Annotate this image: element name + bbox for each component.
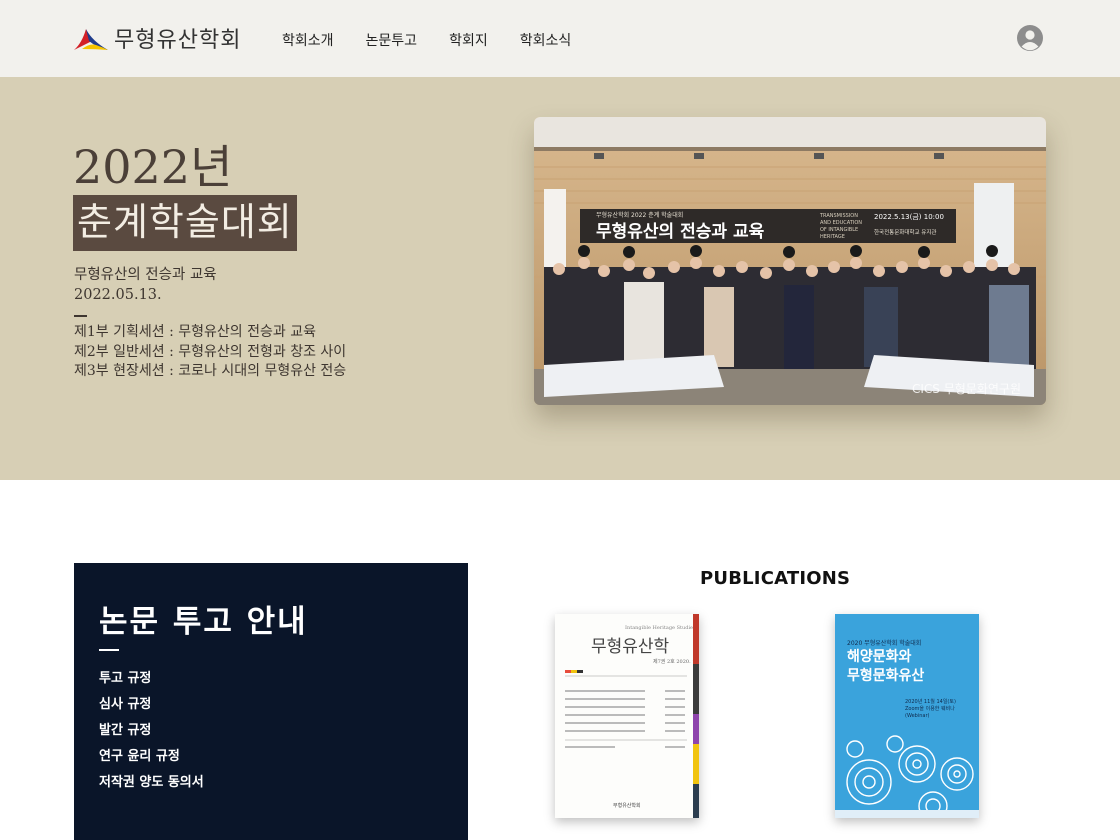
photo-watermark: CICS 무형문화연구원 (912, 382, 1021, 396)
banner-venue: 한국전통문화대학교 유지관 (874, 228, 936, 236)
menu-item-news[interactable]: 학회소식 (520, 30, 572, 50)
banner-title: 무형유산의 전승과 교육 (596, 221, 765, 242)
hero-date: 2022.05.13. (74, 287, 162, 303)
publications-title: PUBLICATIONS (700, 568, 851, 589)
logo-icon (74, 29, 108, 50)
flower-pattern (835, 735, 979, 818)
session-item: 제2부 일반세션 : 무형유산의 전형과 창조 사이 (74, 343, 347, 360)
menu-item-about[interactable]: 학회소개 (282, 30, 334, 50)
guide-link-research-ethics[interactable]: 연구 윤리 규정 (99, 747, 204, 773)
photo-illustration: 무형유산학회 2022 춘계 학술대회 무형유산의 전승과 교육 TRANSMI… (534, 117, 1046, 405)
banner-en: AND EDUCATION (820, 220, 862, 226)
hero-year: 2022년 (73, 140, 233, 194)
journal-publisher: 무형유산학회 (613, 803, 641, 809)
guide-link-review-rules[interactable]: 심사 규정 (99, 695, 204, 721)
divider (74, 315, 87, 317)
logo[interactable]: 무형유산학회 (72, 22, 241, 54)
user-account-icon[interactable] (1017, 25, 1043, 51)
guide-title: 논문 투고 안내 (99, 604, 308, 640)
hero-subtitle: 무형유산의 전승과 교육 (74, 267, 217, 283)
menu-item-submission[interactable]: 논문투고 (366, 30, 418, 50)
guide-links: 투고 규정 심사 규정 발간 규정 연구 윤리 규정 저작권 양도 동의서 (99, 669, 204, 799)
banner-date: 2022.5.13(금) 10:00 (874, 213, 944, 221)
conference-group-photo[interactable]: 무형유산학회 2022 춘계 학술대회 무형유산의 전승과 교육 TRANSMI… (534, 117, 1046, 405)
guide-link-copyright-agreement[interactable]: 저작권 양도 동의서 (99, 773, 204, 799)
top-navbar: 무형유산학회 학회소개 논문투고 학회지 학회소식 (0, 0, 1120, 77)
guide-link-submission-rules[interactable]: 투고 규정 (99, 669, 204, 695)
submission-guide-panel: 논문 투고 안내 투고 규정 심사 규정 발간 규정 연구 윤리 규정 저작권 … (74, 563, 468, 840)
logo-text: 무형유산학회 (114, 28, 242, 53)
guide-link-publication-rules[interactable]: 발간 규정 (99, 721, 204, 747)
hero-banner: 2022년 춘계학술대회 무형유산의 전승과 교육 2022.05.13. 제1… (0, 77, 1120, 480)
session-item: 제1부 기획세션 : 무형유산의 전승과 교육 (74, 324, 316, 340)
hero-title: 춘계학술대회 (77, 200, 293, 244)
journal-cover-decor (565, 614, 699, 818)
divider (99, 649, 119, 651)
menu-item-journal[interactable]: 학회지 (449, 30, 488, 50)
banner-en: TRANSMISSION (819, 213, 858, 219)
session-list: 제1부 기획세션 : 무형유산의 전승과 교육 제2부 일반세션 : 무형유산의… (74, 323, 346, 382)
hero-title-box: 춘계학술대회 (73, 195, 297, 251)
banner-en: OF INTANGIBLE (820, 227, 858, 233)
banner-org: 무형유산학회 2022 춘계 학술대회 (596, 211, 683, 219)
main-menu: 학회소개 논문투고 학회지 학회소식 (282, 30, 603, 50)
banner-en: HERITAGE (820, 234, 845, 240)
conference-book-cover[interactable]: 2020 무형유산학회 학술대회 해양문화와 무형문화유산 2020년 11월 … (835, 614, 979, 818)
journal-cover[interactable]: Intangible Heritage Studies 무형유산학 제7권 2호… (555, 614, 699, 818)
session-item: 제3부 현장세션 : 코로나 시대의 무형유산 전승 (74, 363, 347, 379)
